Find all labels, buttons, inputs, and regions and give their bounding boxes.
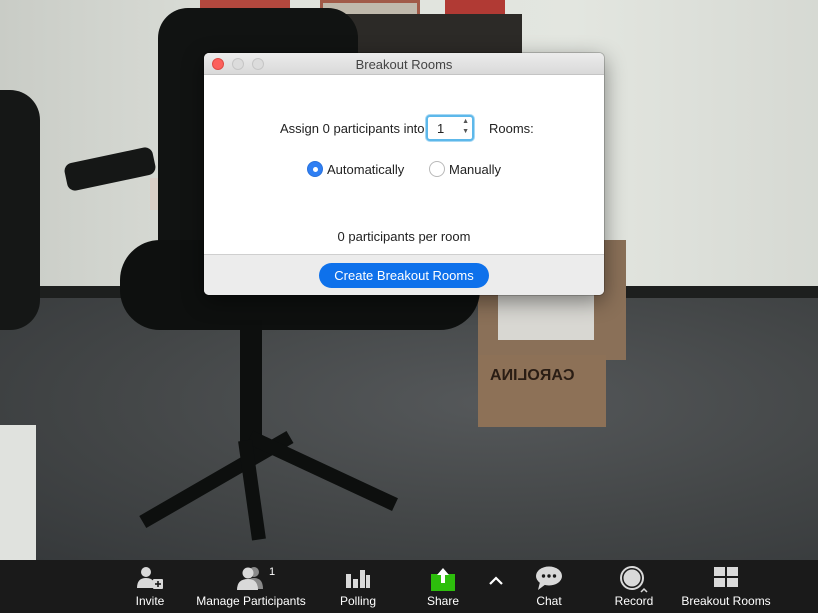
- toolbar-manage-participants[interactable]: 1 Manage Participants: [192, 560, 310, 613]
- share-icon: [431, 568, 455, 591]
- carpet: [0, 298, 818, 560]
- office-chair-post: [240, 320, 262, 450]
- invite-label: Invite: [135, 594, 165, 608]
- toolbar-record[interactable]: Record: [608, 560, 660, 613]
- record-icon: [620, 566, 648, 593]
- manually-radio[interactable]: Manually: [429, 160, 501, 178]
- automatically-label[interactable]: Automatically: [327, 162, 404, 177]
- create-breakout-rooms-button[interactable]: Create Breakout Rooms: [319, 263, 489, 288]
- assignment-mode-group: Automatically Manually: [204, 160, 604, 178]
- assign-label: Assign 0 participants into: [280, 121, 425, 136]
- stepper-down-icon[interactable]: ▼: [462, 128, 469, 135]
- dialog-footer: Create Breakout Rooms: [204, 254, 604, 295]
- toolbar-polling[interactable]: Polling: [332, 560, 384, 613]
- record-label: Record: [614, 594, 654, 608]
- rooms-count-stepper[interactable]: 1 ▲ ▼: [426, 115, 474, 141]
- breakout-rooms-dialog: Breakout Rooms Assign 0 participants int…: [204, 53, 604, 295]
- breakout-rooms-icon: [714, 567, 738, 587]
- box-label: [498, 292, 594, 340]
- cardboard-box: [478, 355, 606, 427]
- share-options-toggle[interactable]: [482, 560, 510, 613]
- radio-unchecked-icon[interactable]: [429, 161, 445, 177]
- box-text: CAROLINA: [490, 367, 575, 384]
- participants-icon: [237, 567, 263, 590]
- share-label: Share: [426, 594, 460, 608]
- chat-icon: [536, 566, 562, 590]
- meeting-toolbar: Invite 1 Manage Participants Polling Sha…: [0, 560, 818, 613]
- manage-participants-label: Manage Participants: [196, 594, 306, 608]
- stepper-up-icon[interactable]: ▲: [462, 118, 469, 125]
- participants-per-room-text: 0 participants per room: [337, 229, 471, 244]
- rooms-count-value[interactable]: 1: [437, 121, 444, 136]
- breakout-rooms-label: Breakout Rooms: [681, 594, 771, 608]
- toolbar-share[interactable]: Share: [418, 560, 468, 613]
- participants-count-badge: 1: [269, 566, 276, 578]
- desk-corner: [0, 425, 36, 560]
- polling-label: Polling: [339, 594, 377, 608]
- dialog-titlebar[interactable]: Breakout Rooms: [204, 53, 604, 75]
- chat-label: Chat: [536, 594, 562, 608]
- dialog-title: Breakout Rooms: [355, 57, 453, 72]
- radio-checked-icon[interactable]: [307, 161, 323, 177]
- toolbar-chat[interactable]: Chat: [526, 560, 572, 613]
- invite-icon: [137, 567, 163, 589]
- toolbar-breakout-rooms[interactable]: Breakout Rooms: [678, 560, 774, 613]
- automatically-radio[interactable]: Automatically: [307, 160, 404, 178]
- background-chair: [0, 90, 40, 330]
- polling-icon: [346, 570, 370, 588]
- assign-row: Assign 0 participants into 1 ▲ ▼ Rooms:: [204, 115, 604, 141]
- toolbar-invite[interactable]: Invite: [126, 560, 174, 613]
- chevron-up-icon: [489, 576, 503, 585]
- manually-label[interactable]: Manually: [449, 162, 501, 177]
- rooms-label: Rooms:: [489, 121, 534, 136]
